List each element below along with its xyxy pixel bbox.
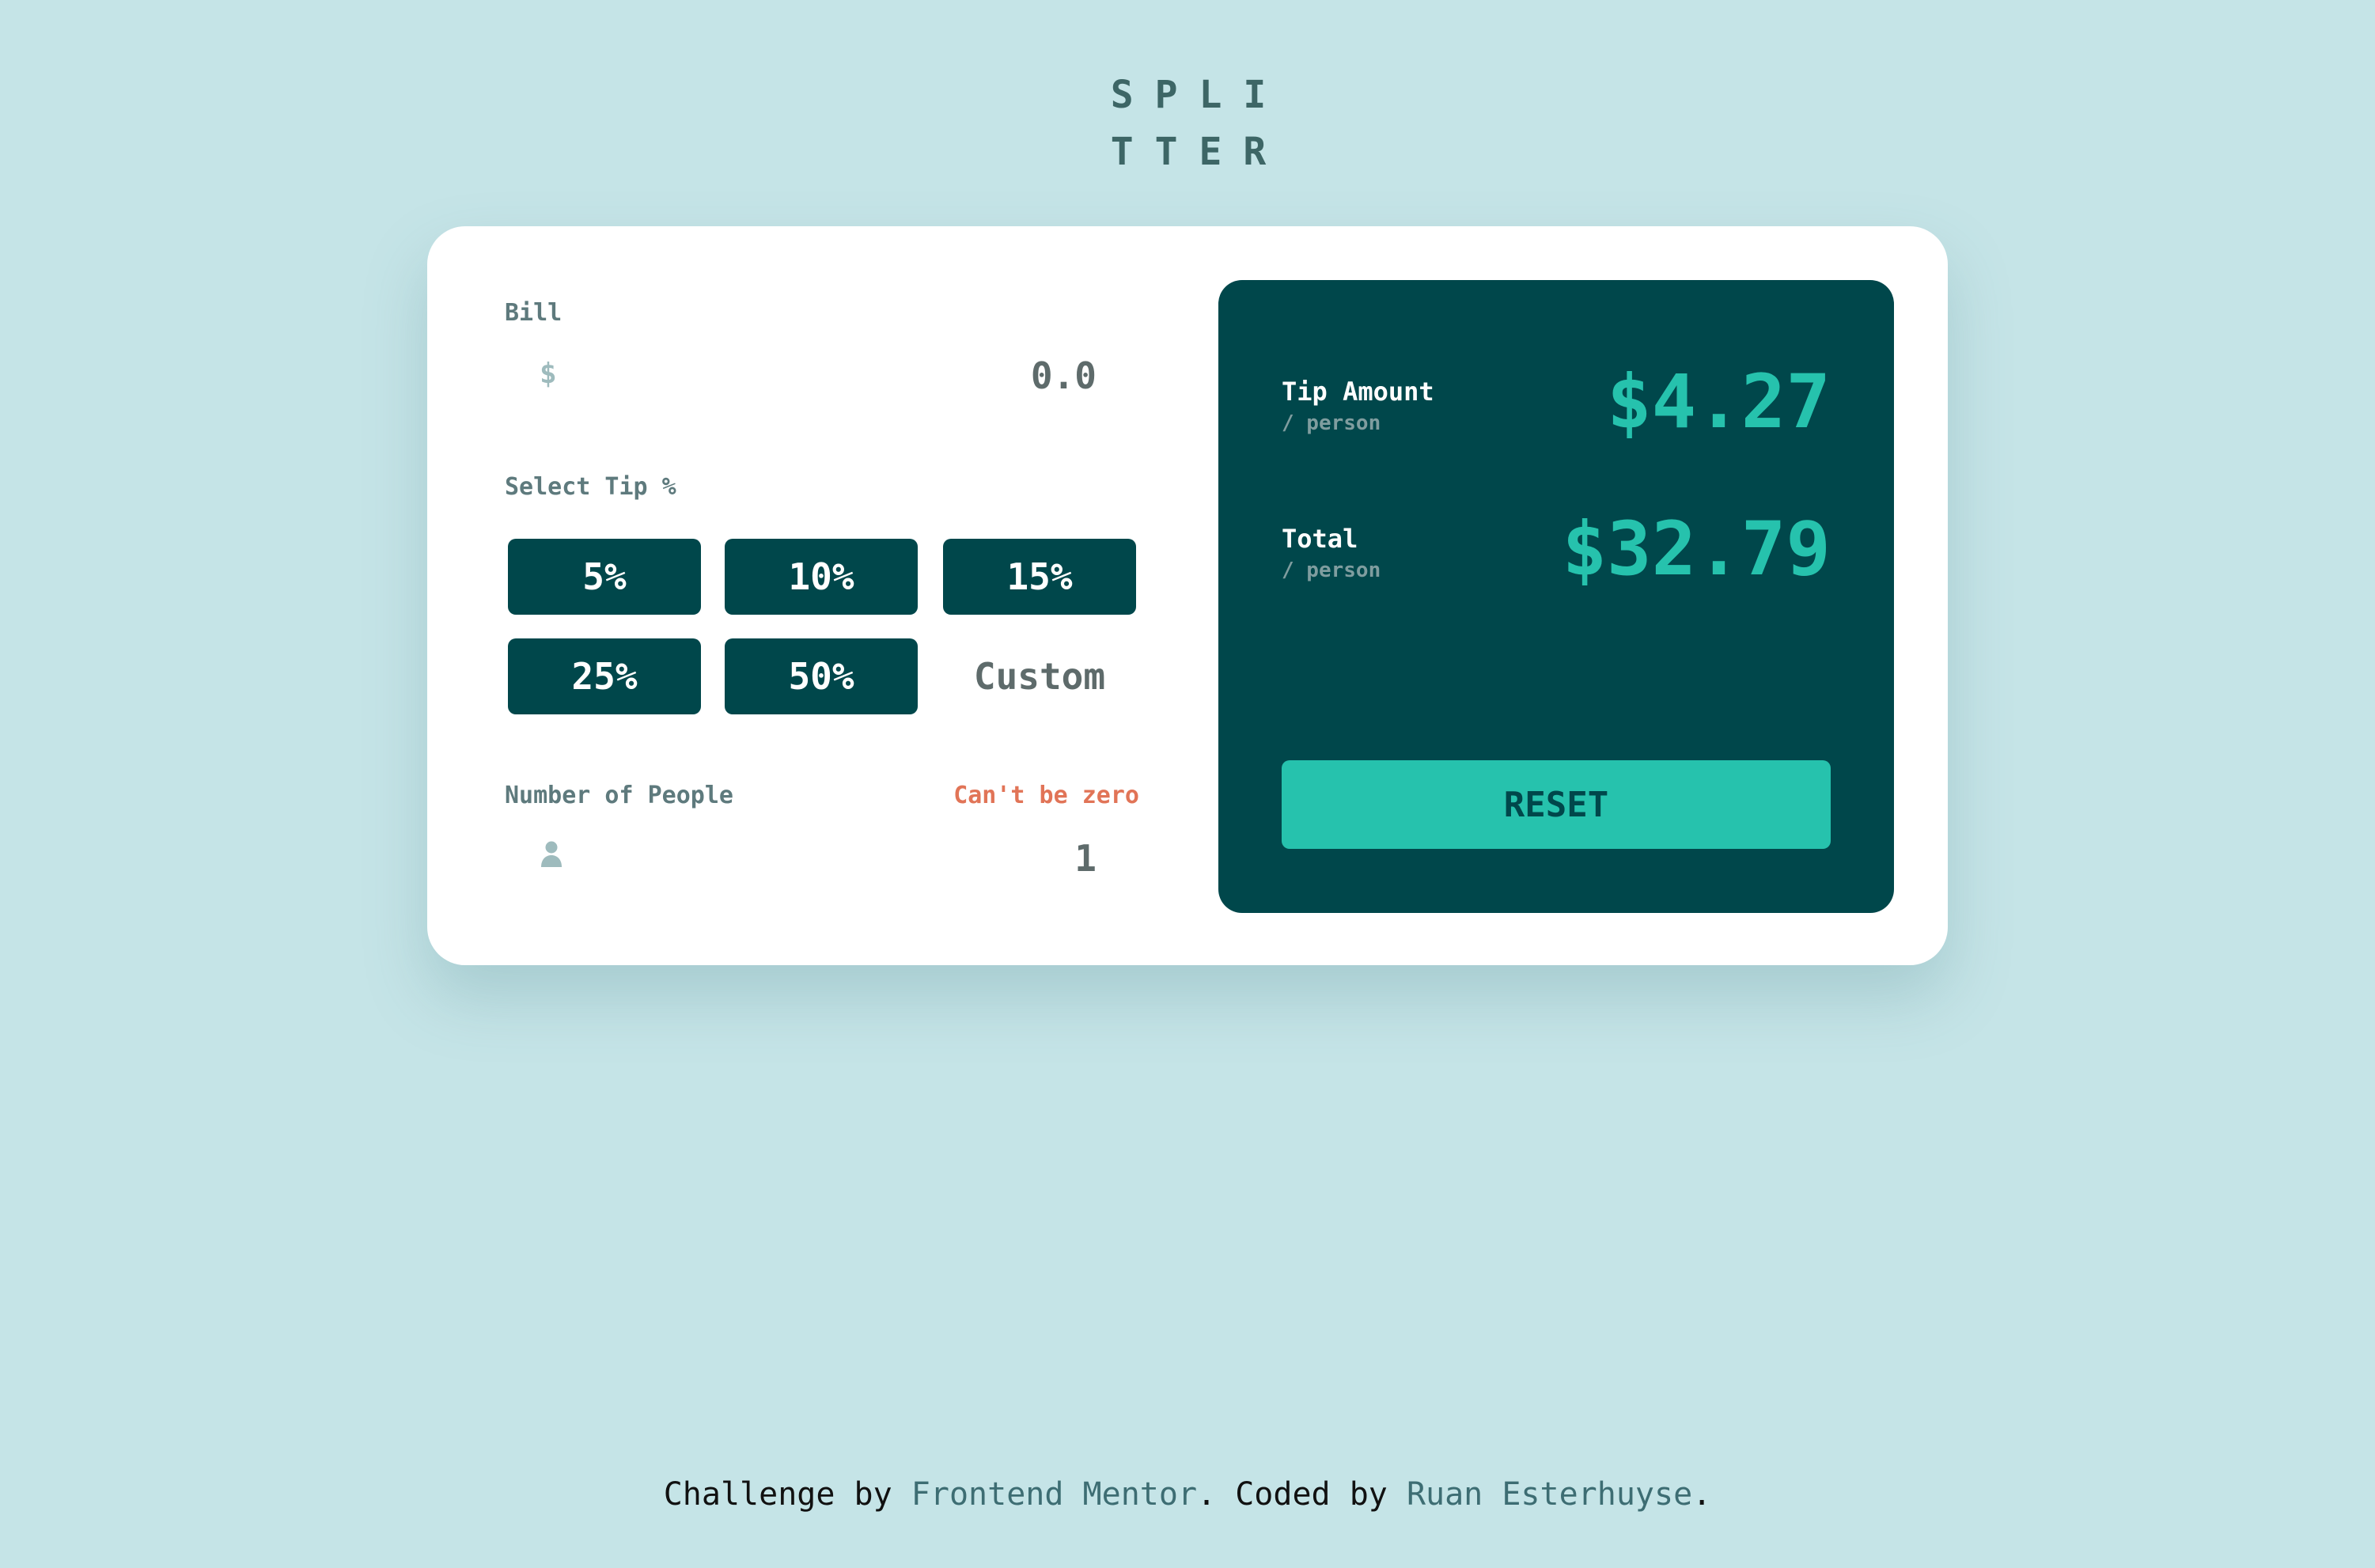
logo-line-1: SPLI	[1110, 73, 1288, 117]
tip-5-button[interactable]: 5%	[508, 539, 701, 615]
bill-label: Bill	[505, 299, 562, 327]
author-link[interactable]: Ruan Esterhuyse	[1407, 1476, 1692, 1513]
frontend-mentor-link[interactable]: Frontend Mentor	[911, 1476, 1197, 1513]
tip-10-button[interactable]: 10%	[725, 539, 918, 615]
custom-tip-input[interactable]: Custom	[943, 638, 1136, 714]
bill-input-value[interactable]: 0.0	[1031, 354, 1097, 397]
tip-amount-per-person: / person	[1282, 411, 1381, 435]
total-per-person: / person	[1282, 559, 1381, 582]
people-label: Number of People	[505, 782, 733, 809]
bill-input[interactable]: $ 0.0	[505, 339, 1139, 415]
people-input-value[interactable]: 1	[1074, 837, 1097, 880]
footer-suffix: .	[1692, 1476, 1712, 1513]
people-input[interactable]: 1	[505, 821, 1139, 897]
person-icon-svg	[541, 841, 562, 867]
total-value: $32.79	[1562, 506, 1831, 593]
footer-prefix: Challenge by	[663, 1476, 911, 1513]
tip-50-button[interactable]: 50%	[725, 638, 918, 714]
footer-middle: . Coded by	[1197, 1476, 1407, 1513]
total-label: Total	[1282, 524, 1358, 554]
calculator-card: Bill $ 0.0 Select Tip % 5% 10% 15% 25% 5…	[427, 226, 1948, 965]
results-panel: Tip Amount / person $4.27 Total / person…	[1218, 280, 1894, 913]
tip-25-button[interactable]: 25%	[508, 638, 701, 714]
attribution-footer: Challenge by Frontend Mentor. Coded by R…	[0, 1476, 2375, 1513]
tip-amount-label: Tip Amount	[1282, 377, 1434, 407]
logo-line-2: TTER	[1110, 130, 1288, 174]
reset-button[interactable]: RESET	[1282, 760, 1831, 849]
select-tip-label: Select Tip %	[505, 473, 676, 501]
app-logo: SPLI TTER	[1070, 66, 1307, 180]
people-error-message: Can't be zero	[953, 782, 1139, 809]
tip-amount-value: $4.27	[1607, 359, 1831, 445]
dollar-icon: $	[540, 358, 557, 390]
person-icon	[540, 840, 563, 876]
tip-15-button[interactable]: 15%	[943, 539, 1136, 615]
